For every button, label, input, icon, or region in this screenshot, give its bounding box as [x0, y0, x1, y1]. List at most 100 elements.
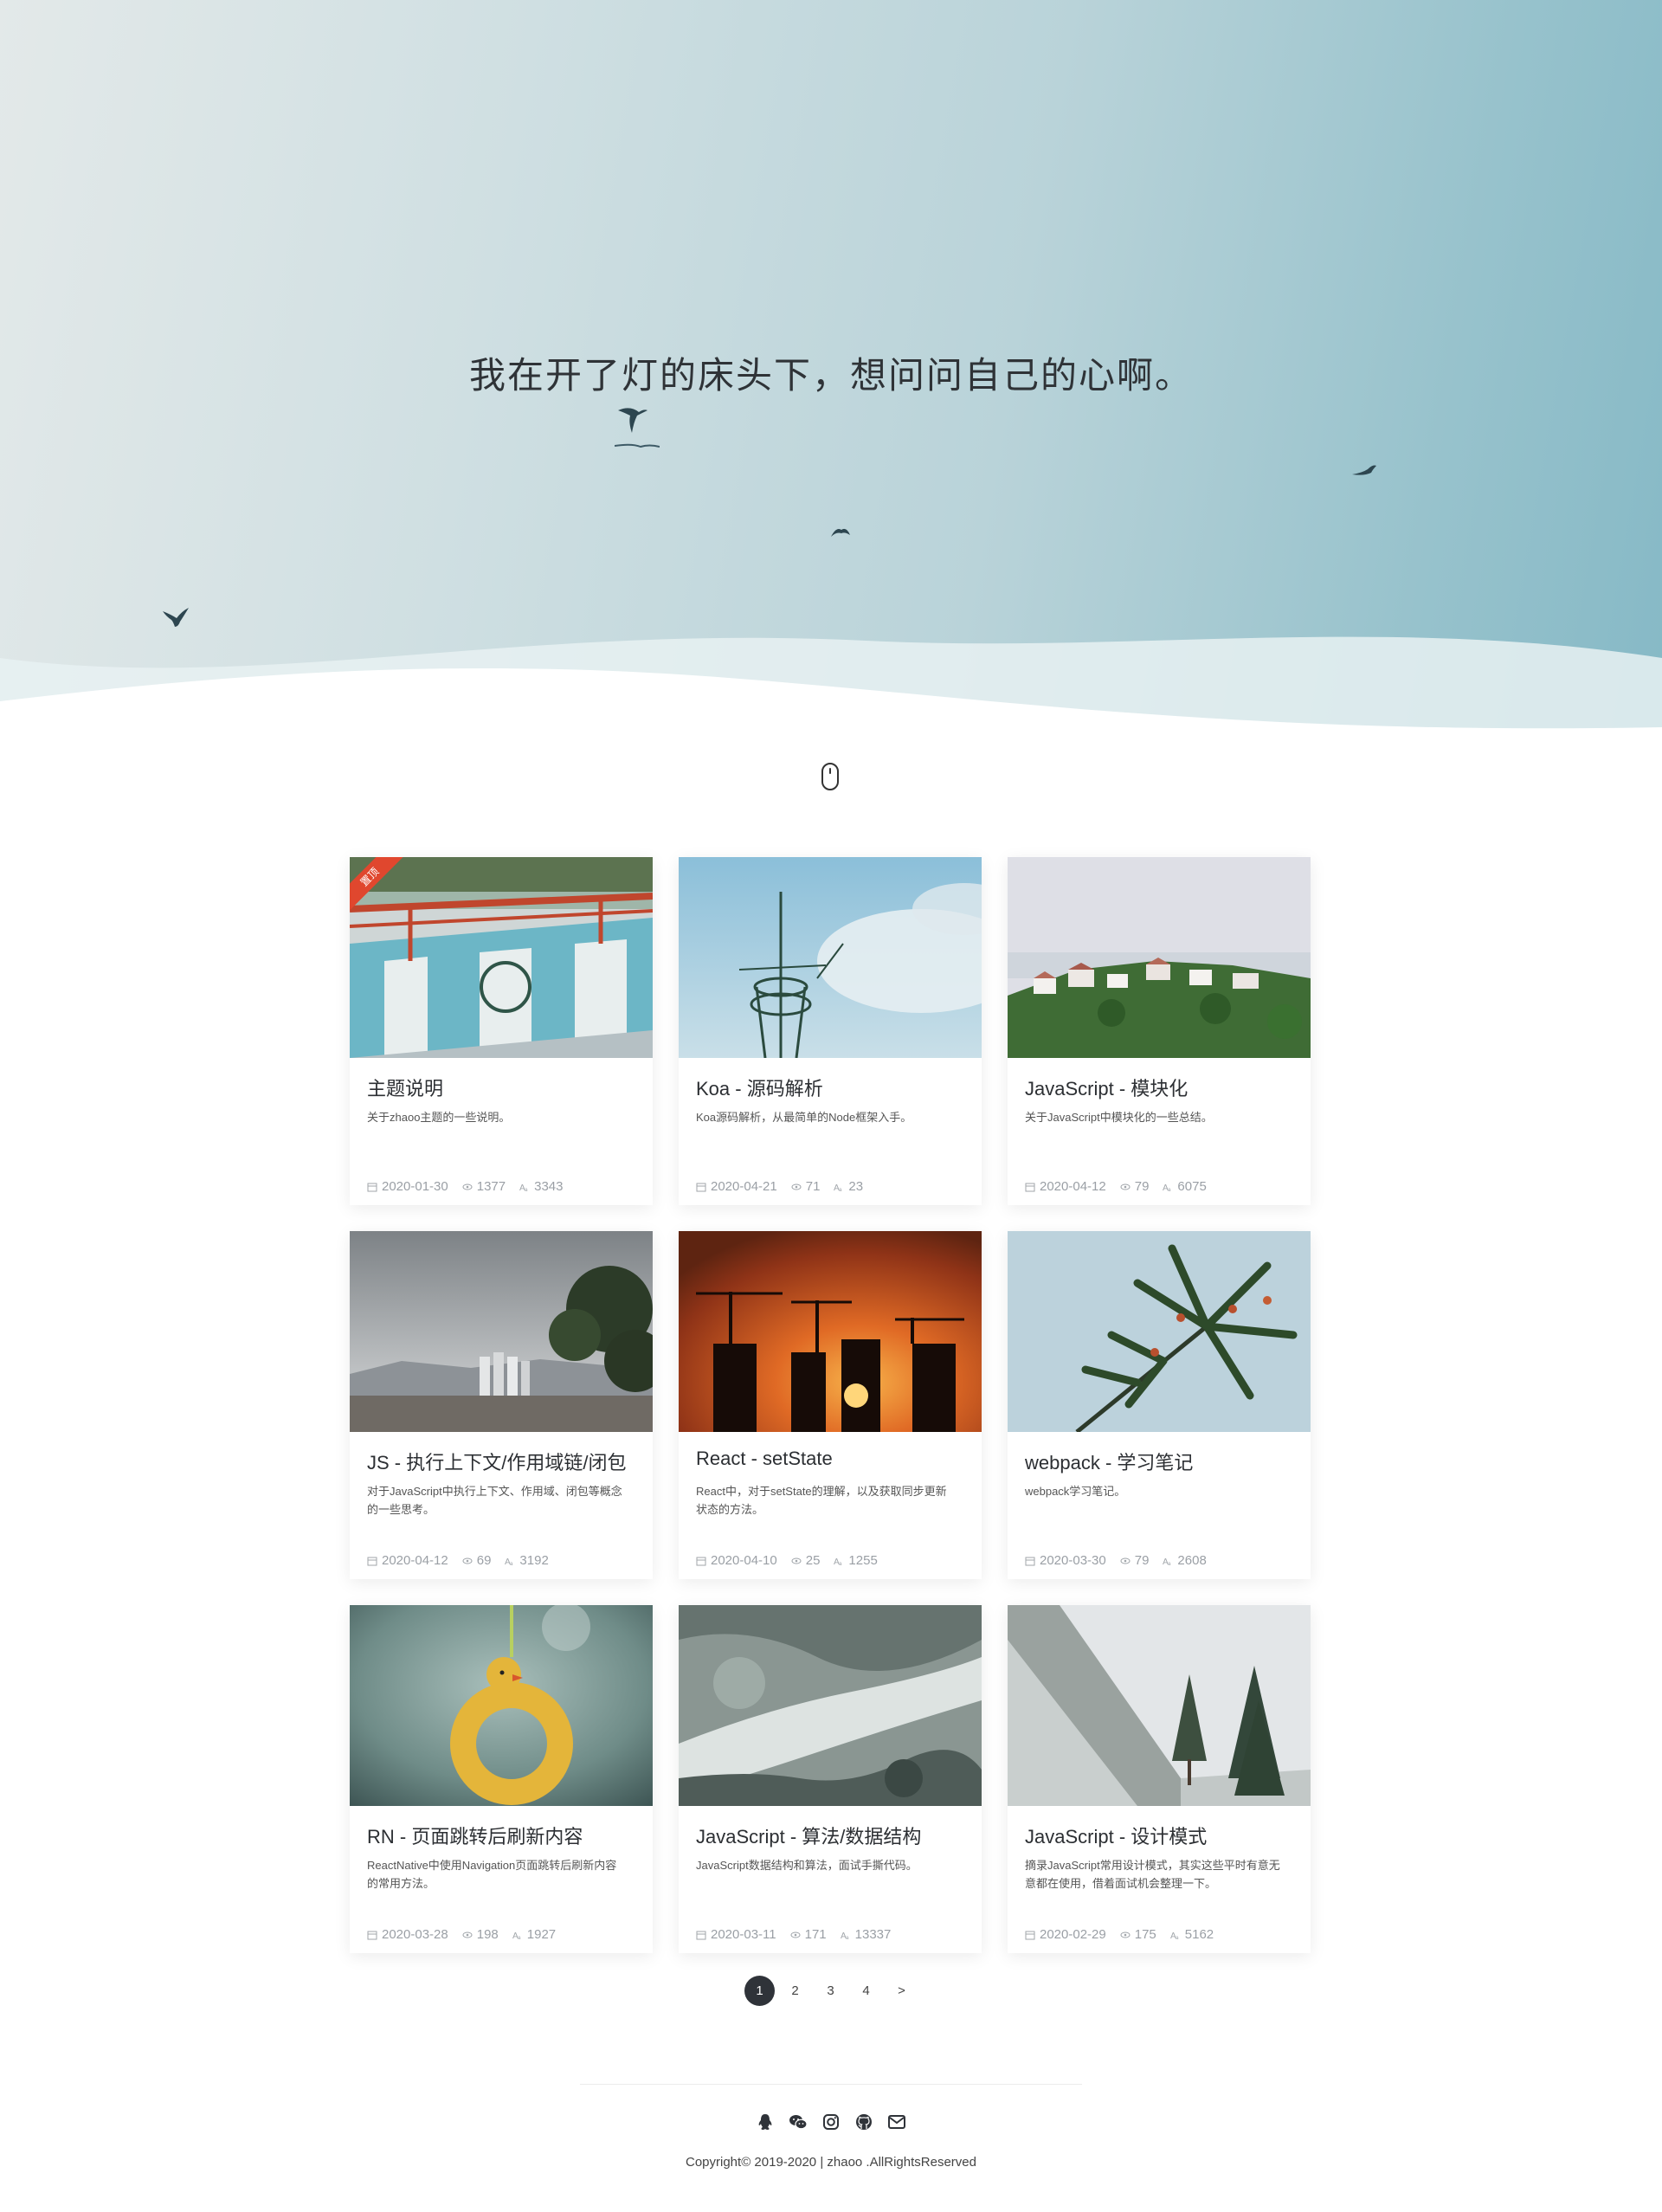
post-meta: 2020-02-29 175 Aa 5162 [1025, 1927, 1214, 1942]
post-title[interactable]: JavaScript - 设计模式 [1025, 1822, 1302, 1849]
post-views: 71 [805, 1179, 821, 1194]
post-title[interactable]: RN - 页面跳转后刷新内容 [367, 1822, 644, 1849]
calendar-icon [696, 1557, 706, 1565]
post-date: 2020-03-28 [382, 1927, 448, 1942]
post-card[interactable]: JavaScript - 算法/数据结构 JavaScript数据结构和算法，面… [679, 1605, 982, 1953]
word-count-icon: Aa [841, 1931, 849, 1940]
hero-waves [0, 636, 1662, 745]
post-views: 175 [1134, 1927, 1156, 1942]
post-description: 关于zhaoo主题的一些说明。 [367, 1111, 511, 1124]
calendar-icon [696, 1183, 706, 1191]
duck-ring-image [350, 1605, 653, 1806]
instagram-icon[interactable] [821, 2112, 841, 2131]
page-1-button[interactable]: 1 [744, 1976, 775, 2006]
post-thumbnail [1008, 1605, 1311, 1806]
svg-text:a: a [839, 1561, 842, 1566]
sunset-cranes-image [679, 1231, 982, 1432]
post-card[interactable]: React - setState React中，对于setState的理解，以及… [679, 1231, 982, 1579]
eye-icon [462, 1557, 473, 1564]
post-description: webpack学习笔记。 [1025, 1485, 1126, 1498]
post-words: 1927 [526, 1927, 557, 1942]
post-card[interactable]: Koa - 源码解析 Koa源码解析，从最简单的Node框架入手。 2020-0… [679, 857, 982, 1205]
post-title[interactable]: webpack - 学习笔记 [1025, 1448, 1302, 1475]
post-grid: 置顶 主题说明 关于zhaoo主题的一些说明。 2020-01-30 1377 … [350, 857, 1312, 1953]
post-words: 13337 [854, 1927, 892, 1942]
post-meta: 2020-04-12 79 Aa 6075 [1025, 1179, 1207, 1194]
calendar-icon [1025, 1931, 1035, 1939]
svg-text:a: a [839, 1187, 842, 1192]
post-words: 23 [848, 1179, 864, 1194]
post-words: 1255 [848, 1553, 878, 1568]
wechat-icon[interactable] [789, 2112, 808, 2131]
post-thumbnail [350, 1605, 653, 1806]
github-icon[interactable] [854, 2112, 873, 2131]
post-date: 2020-04-21 [711, 1179, 777, 1194]
footer-divider [580, 2084, 1082, 2085]
post-card[interactable]: RN - 页面跳转后刷新内容 ReactNative中使用Navigation页… [350, 1605, 653, 1953]
word-count-icon: Aa [1170, 1931, 1179, 1940]
post-words: 3343 [534, 1179, 564, 1194]
eye-icon [1120, 1183, 1131, 1190]
calendar-icon [367, 1931, 377, 1939]
post-thumbnail [350, 1231, 653, 1432]
eye-icon [791, 1557, 802, 1564]
post-description: 关于JavaScript中模块化的一些总结。 [1025, 1111, 1213, 1124]
post-card[interactable]: JavaScript - 设计模式 摘录JavaScript常用设计模式，其实这… [1008, 1605, 1311, 1953]
post-thumbnail [679, 1231, 982, 1432]
qq-icon[interactable] [756, 2112, 775, 2131]
post-description: Koa源码解析，从最简单的Node框架入手。 [696, 1111, 912, 1124]
svg-text:a: a [510, 1561, 513, 1566]
post-thumbnail [1008, 1231, 1311, 1432]
hero-quote: 我在开了灯的床头下，想问问自己的心啊。 [468, 354, 1193, 397]
post-views: 25 [805, 1553, 821, 1568]
village-image [1008, 857, 1311, 1058]
post-views: 79 [1134, 1179, 1150, 1194]
next-page-button[interactable]: > [886, 1976, 917, 2006]
social-links [0, 2112, 1662, 2131]
word-count-icon: Aa [1163, 1557, 1171, 1566]
post-card[interactable]: 置顶 主题说明 关于zhaoo主题的一些说明。 2020-01-30 1377 … [350, 857, 653, 1205]
post-title[interactable]: JavaScript - 算法/数据结构 [696, 1822, 973, 1849]
calendar-icon [367, 1557, 377, 1565]
calendar-icon [367, 1183, 377, 1191]
post-thumbnail [1008, 857, 1311, 1058]
calendar-icon [1025, 1557, 1035, 1565]
word-count-icon: Aa [834, 1557, 842, 1566]
post-title[interactable]: JavaScript - 模块化 [1025, 1074, 1302, 1101]
post-description: ReactNative中使用Navigation页面跳转后刷新内容的常用方法。 [367, 1859, 617, 1890]
post-views: 79 [1134, 1553, 1150, 1568]
post-thumbnail [350, 857, 653, 1058]
post-card[interactable]: JavaScript - 模块化 关于JavaScript中模块化的一些总结。 … [1008, 857, 1311, 1205]
post-title[interactable]: 主题说明 [367, 1074, 644, 1101]
post-title[interactable]: React - setState [696, 1448, 973, 1470]
page-2-button[interactable]: 2 [780, 1976, 810, 2006]
post-views: 1377 [476, 1179, 506, 1194]
post-views: 69 [476, 1553, 492, 1568]
bird-icon [618, 408, 647, 433]
post-meta: 2020-04-21 71 Aa 23 [696, 1179, 863, 1194]
post-date: 2020-04-12 [382, 1553, 448, 1568]
post-thumbnail [679, 1605, 982, 1806]
post-title[interactable]: Koa - 源码解析 [696, 1074, 973, 1101]
mouse-scroll-icon[interactable] [821, 762, 840, 791]
post-title[interactable]: JS - 执行上下文/作用域链/闭包 [367, 1448, 644, 1475]
post-description: 对于JavaScript中执行上下文、作用域、闭包等概念的一些思考。 [367, 1485, 622, 1516]
city-tree-image [350, 1231, 653, 1432]
pagination: 1 2 3 4 > [744, 1976, 917, 2006]
railing-image [350, 857, 653, 1058]
post-meta: 2020-04-12 69 Aa 3192 [367, 1553, 549, 1568]
post-description: 摘录JavaScript常用设计模式，其实这些平时有意无意都在使用，借着面试机会… [1025, 1859, 1280, 1890]
post-words: 2608 [1177, 1553, 1207, 1568]
post-card[interactable]: JS - 执行上下文/作用域链/闭包 对于JavaScript中执行上下文、作用… [350, 1231, 653, 1579]
word-count-icon: Aa [519, 1183, 528, 1192]
post-words: 3192 [519, 1553, 549, 1568]
eye-icon [1120, 1557, 1131, 1564]
post-meta: 2020-03-30 79 Aa 2608 [1025, 1553, 1207, 1568]
eye-icon [791, 1183, 802, 1190]
svg-text:a: a [1176, 1935, 1179, 1940]
page-3-button[interactable]: 3 [815, 1976, 846, 2006]
page-4-button[interactable]: 4 [851, 1976, 881, 2006]
mail-icon[interactable] [887, 2112, 906, 2131]
post-card[interactable]: webpack - 学习笔记 webpack学习笔记。 2020-03-30 7… [1008, 1231, 1311, 1579]
post-date: 2020-03-11 [711, 1927, 776, 1942]
